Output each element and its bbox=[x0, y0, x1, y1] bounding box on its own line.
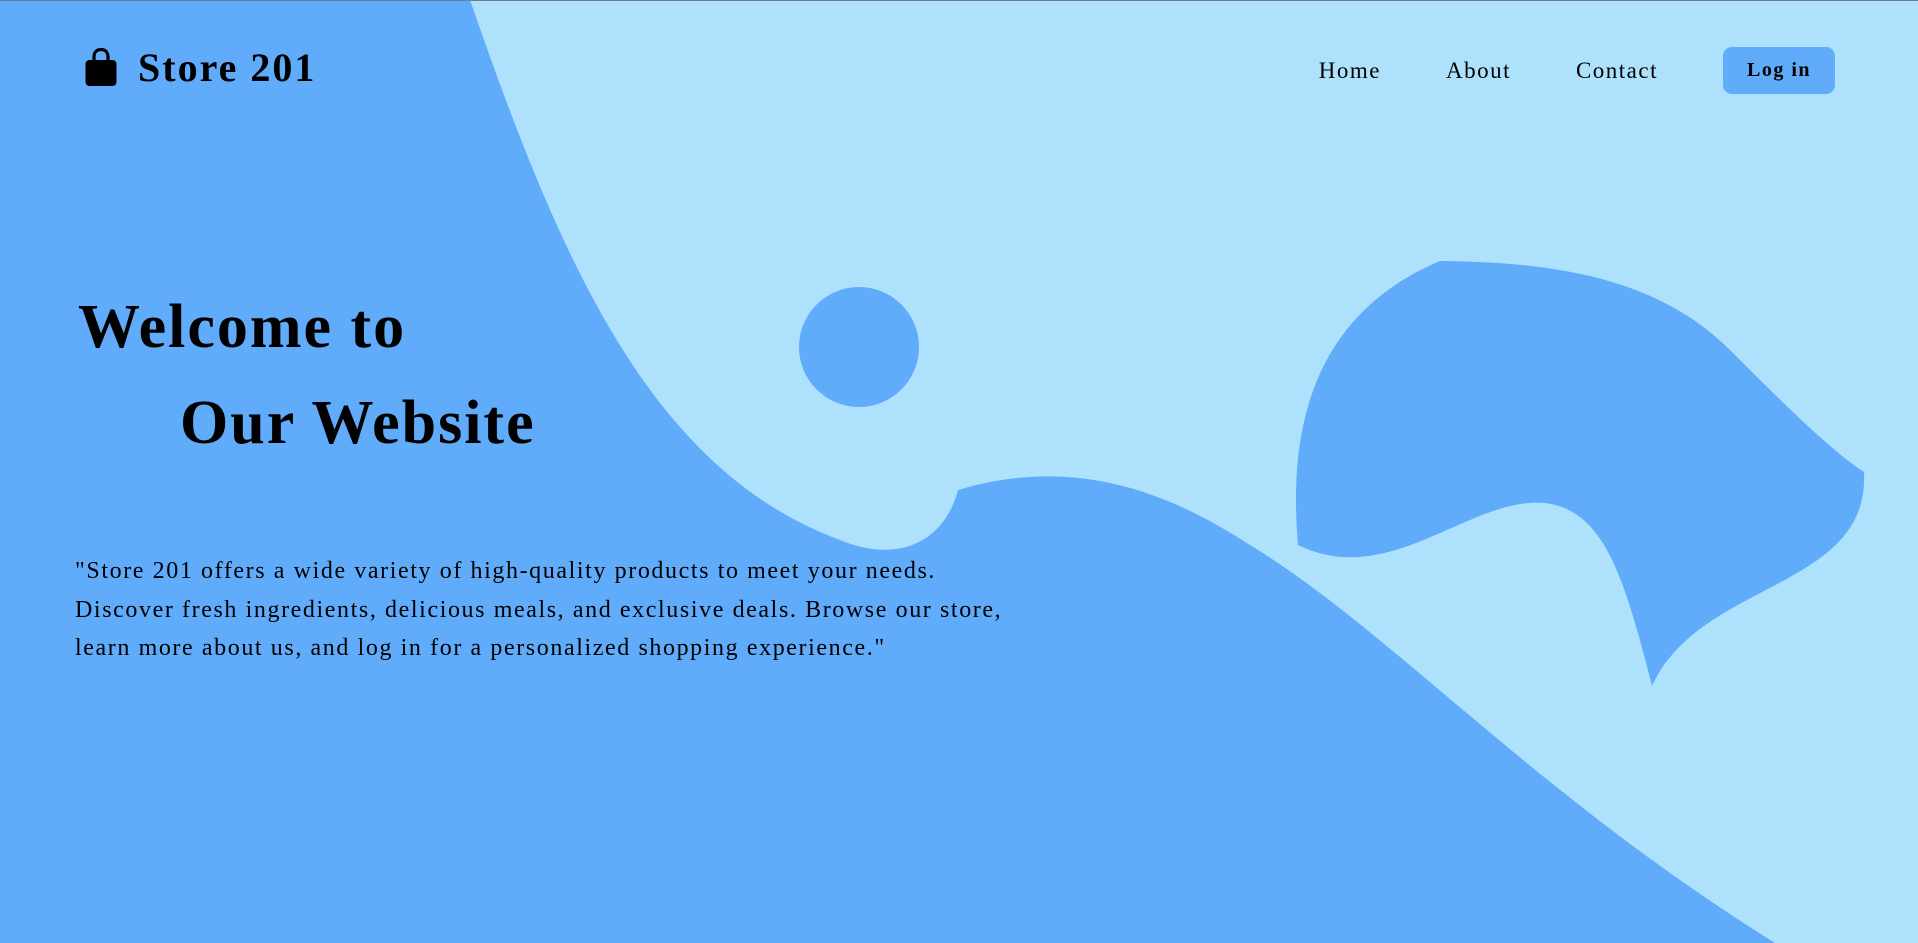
circle-shape bbox=[799, 287, 919, 407]
login-button[interactable]: Log in bbox=[1723, 47, 1835, 94]
nav-link-home[interactable]: Home bbox=[1319, 58, 1381, 84]
shopping-bag-icon bbox=[85, 48, 117, 86]
top-navigation: Home About Contact Log in bbox=[1319, 47, 1835, 94]
nav-link-about[interactable]: About bbox=[1446, 58, 1511, 84]
top-border-line bbox=[0, 0, 1918, 1]
hero-description: "Store 201 offers a wide variety of high… bbox=[75, 558, 1003, 661]
hero-title-line-1: Welcome to bbox=[78, 293, 407, 361]
brand-name: Store 201 bbox=[138, 45, 317, 90]
background-shapes bbox=[0, 0, 1865, 943]
right-blob-shape bbox=[1295, 261, 1865, 686]
hero-title-line-2: Our Website bbox=[180, 389, 536, 457]
nav-link-contact[interactable]: Contact bbox=[1576, 58, 1658, 84]
brand-logo[interactable]: Store 201 bbox=[84, 48, 316, 88]
landing-page: Store 201 Home About Contact Log in Welc… bbox=[0, 0, 1918, 943]
